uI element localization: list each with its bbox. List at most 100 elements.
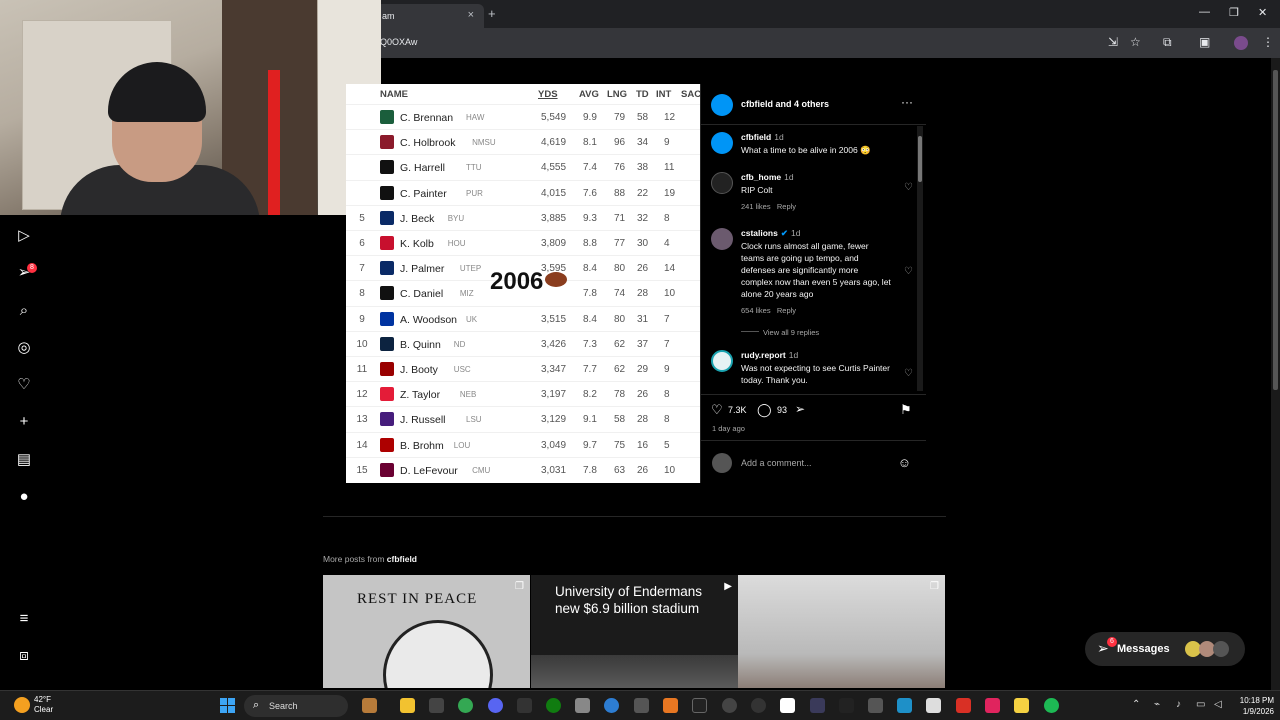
- caption-user[interactable]: cfbfield 1d: [741, 132, 784, 142]
- taskbar-app-icon[interactable]: [1014, 698, 1029, 713]
- comment-user[interactable]: cstalions ✔ 1d: [741, 228, 800, 239]
- tray-volume-icon[interactable]: ◁: [1214, 699, 1222, 710]
- taskbar-app-icon[interactable]: [868, 698, 883, 713]
- file-explorer-icon[interactable]: [400, 698, 415, 713]
- more-menu-icon[interactable]: ≡: [14, 609, 34, 629]
- taskbar-app-icon[interactable]: [985, 698, 1000, 713]
- header-sack[interactable]: SAC: [681, 89, 700, 100]
- also-from-meta-icon[interactable]: ⧈: [14, 646, 34, 666]
- comment-username[interactable]: cfb_home: [741, 172, 781, 182]
- explore-icon[interactable]: ◎: [14, 338, 34, 358]
- taskbar-app-icon[interactable]: [926, 698, 941, 713]
- header-avg[interactable]: AVG: [579, 89, 599, 100]
- like-count[interactable]: 7.3K: [728, 405, 747, 415]
- tray-display-icon[interactable]: ▭: [1196, 699, 1205, 710]
- comment-like-heart-icon[interactable]: ♡: [904, 182, 913, 193]
- table-row[interactable]: G. Harrell TTU 4,555 7.4 76 38 11: [346, 154, 700, 179]
- obs-icon[interactable]: [751, 698, 766, 713]
- reels-icon[interactable]: ▷: [14, 226, 34, 246]
- comment-avatar[interactable]: [711, 172, 733, 194]
- comment-username[interactable]: cstalions: [741, 228, 778, 238]
- share-icon[interactable]: ➢: [795, 402, 805, 416]
- add-comment-input[interactable]: Add a comment...: [741, 458, 812, 468]
- new-tab-button[interactable]: +: [488, 6, 496, 21]
- table-row[interactable]: 15 D. LeFevour CMU 3,031 7.8 63 26 10: [346, 456, 700, 482]
- profile-icon[interactable]: ●: [14, 487, 34, 507]
- comment-bubble-icon[interactable]: ◯: [757, 402, 772, 418]
- bookmark-star-icon[interactable]: ☆: [1130, 35, 1141, 49]
- taskbar-clock[interactable]: 10:18 PM 1/9/2026: [1228, 695, 1274, 717]
- table-row[interactable]: C. Painter PUR 4,015 7.6 88 22 19: [346, 179, 700, 205]
- windows-start-icon[interactable]: [220, 698, 236, 714]
- browser-menu-icon[interactable]: ⋮: [1262, 35, 1274, 49]
- save-bookmark-icon[interactable]: ⚑: [900, 402, 912, 418]
- header-int[interactable]: INT: [656, 89, 671, 100]
- comment-reply-button[interactable]: Reply: [777, 202, 796, 211]
- taskbar-app-icon[interactable]: [956, 698, 971, 713]
- settings-icon[interactable]: [722, 698, 737, 713]
- window-close-button[interactable]: ✕: [1258, 6, 1267, 19]
- comment-likes[interactable]: 654 likes: [741, 306, 771, 315]
- taskbar-search[interactable]: ⌕ Search: [244, 695, 348, 717]
- table-row[interactable]: C. Brennan HAW 5,549 9.9 79 58 12: [346, 104, 700, 129]
- weather-widget[interactable]: 42°F Clear: [34, 695, 53, 715]
- comment-user[interactable]: cfb_home 1d: [741, 172, 794, 182]
- discord-icon[interactable]: [488, 698, 503, 713]
- taskbar-app-icon[interactable]: [362, 698, 377, 713]
- like-heart-icon[interactable]: ♡: [711, 402, 723, 418]
- table-row[interactable]: 13 J. Russell LSU 3,129 9.1 58 28 8: [346, 406, 700, 431]
- tray-network-icon[interactable]: ⌁: [1154, 699, 1160, 710]
- more-posts-user[interactable]: cfbfield: [387, 554, 417, 564]
- epic-games-icon[interactable]: [517, 698, 532, 713]
- split-view-icon[interactable]: ▣: [1199, 35, 1210, 49]
- taskbar-app-icon[interactable]: [780, 698, 795, 713]
- comment-avatar[interactable]: [711, 228, 733, 250]
- create-icon[interactable]: +: [14, 412, 34, 432]
- taskbar-app-icon[interactable]: [604, 698, 619, 713]
- more-post-thumb[interactable]: REST IN PEACE ❐: [323, 575, 530, 688]
- view-replies-link[interactable]: View all 9 replies: [741, 328, 819, 337]
- tray-chevron-icon[interactable]: ⌃: [1132, 699, 1140, 710]
- taskbar-app-icon[interactable]: [810, 698, 825, 713]
- table-row[interactable]: 11 J. Booty USC 3,347 7.7 62 29 9: [346, 356, 700, 381]
- browser-tab[interactable]: am ×: [376, 4, 484, 28]
- spotify-icon[interactable]: [1044, 698, 1059, 713]
- search-icon[interactable]: ⌕: [14, 301, 34, 321]
- header-yds[interactable]: YDS: [538, 89, 558, 100]
- comment-user[interactable]: rudy.report 1d: [741, 350, 798, 360]
- header-lng[interactable]: LNG: [607, 89, 627, 100]
- comment-reply-button[interactable]: Reply: [777, 306, 796, 315]
- caption-username[interactable]: cfbfield: [741, 132, 771, 142]
- extensions-icon[interactable]: ⧉: [1163, 35, 1172, 50]
- window-minimize-button[interactable]: —: [1199, 6, 1210, 18]
- chrome-icon[interactable]: [458, 698, 473, 713]
- taskbar-app-icon[interactable]: [897, 698, 912, 713]
- emoji-icon[interactable]: ☺: [898, 455, 911, 470]
- tray-mic-icon[interactable]: ♪: [1176, 699, 1181, 710]
- more-post-thumb[interactable]: University of Endermans new $6.9 billion…: [531, 575, 738, 688]
- comment-like-heart-icon[interactable]: ♡: [904, 368, 913, 379]
- xbox-icon[interactable]: [546, 698, 561, 713]
- table-row[interactable]: 6 K. Kolb HOU 3,809 8.8 77 30 4: [346, 230, 700, 255]
- table-row[interactable]: 9 A. Woodson UK 3,515 8.4 80 31 7: [346, 305, 700, 331]
- taskbar-app-icon[interactable]: [634, 698, 649, 713]
- messages-button[interactable]: ➢ 6 Messages: [1085, 632, 1245, 666]
- store-icon[interactable]: [429, 698, 444, 713]
- more-post-thumb[interactable]: ❐: [738, 575, 945, 688]
- table-row[interactable]: 5 J. Beck BYU 3,885 9.3 71 32 8: [346, 204, 700, 230]
- comment-like-heart-icon[interactable]: ♡: [904, 266, 913, 277]
- more-options-icon[interactable]: ···: [901, 95, 913, 109]
- notifications-heart-icon[interactable]: ♡: [14, 375, 34, 395]
- table-row[interactable]: 14 B. Brohm LOU 3,049 9.7 75 16 5: [346, 431, 700, 457]
- profile-avatar[interactable]: [1234, 36, 1248, 50]
- taskbar-app-icon[interactable]: [575, 698, 590, 713]
- install-icon[interactable]: ⇲: [1108, 35, 1118, 49]
- url-text[interactable]: Q0OXAw: [380, 37, 417, 47]
- comment-username[interactable]: rudy.report: [741, 350, 786, 360]
- weather-icon[interactable]: [14, 697, 30, 713]
- comment-avatar[interactable]: [711, 350, 733, 372]
- caption-avatar[interactable]: [711, 132, 733, 154]
- taskbar-app-icon[interactable]: [839, 698, 854, 713]
- table-row[interactable]: 10 B. Quinn ND 3,426 7.3 62 37 7: [346, 330, 700, 356]
- dashboard-icon[interactable]: ▤: [14, 450, 34, 470]
